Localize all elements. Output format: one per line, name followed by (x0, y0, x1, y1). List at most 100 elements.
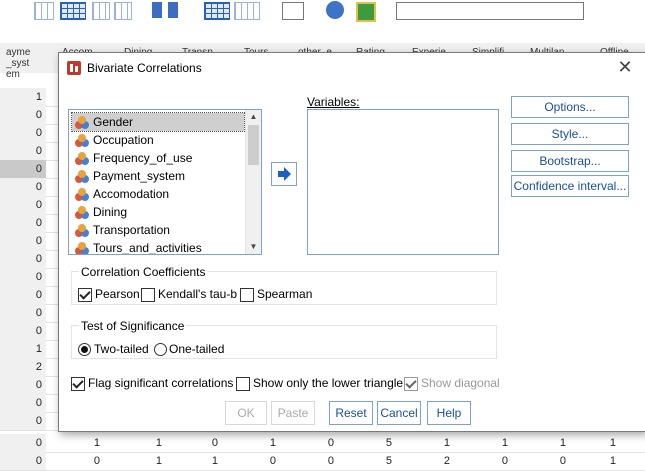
table-cell[interactable]: 1 (556, 434, 616, 452)
variable-list-item[interactable]: Occupation (72, 131, 244, 149)
dialog-title: Bivariate Correlations (87, 61, 202, 75)
nominal-variable-icon (75, 188, 89, 201)
row-first-cell[interactable]: 0 (0, 304, 46, 322)
table-cell[interactable]: 0 (274, 452, 334, 470)
style-button[interactable]: Style... (511, 123, 629, 145)
show-diagonal-checkbox[interactable] (404, 377, 418, 391)
row-first-cell[interactable]: 0 (0, 232, 46, 250)
row-first-cell[interactable]: 0 (0, 394, 46, 412)
circle-icon[interactable] (326, 1, 344, 19)
table-cell[interactable]: 1 (390, 434, 450, 452)
insert-variable-icon[interactable] (114, 2, 132, 20)
row-first-cell[interactable]: 0 (0, 160, 46, 178)
variable-list-item[interactable]: Accomodation (72, 185, 244, 203)
scroll-down-icon[interactable]: ▼ (246, 240, 261, 254)
pearson-checkbox[interactable] (78, 288, 92, 302)
row-first-cell[interactable]: 0 (0, 124, 46, 142)
value-labels-icon[interactable] (234, 2, 260, 20)
cancel-button[interactable]: Cancel (377, 401, 421, 425)
show-diagonal-label: Show diagonal (421, 376, 500, 390)
row-first-cell[interactable]: 0 (0, 376, 46, 394)
arrow-right-icon (278, 167, 291, 181)
grid-icon[interactable] (60, 2, 86, 20)
table-cell[interactable]: 0 (40, 452, 100, 470)
insert-cases-icon[interactable] (92, 2, 110, 20)
row-first-cell[interactable]: 0 (0, 412, 46, 430)
nominal-variable-icon (75, 152, 89, 165)
two-tailed-label: Two-tailed (94, 342, 149, 356)
weight-cases-icon[interactable] (168, 2, 178, 18)
table-cell[interactable]: 5 (332, 452, 392, 470)
table-cell[interactable]: 1 (102, 434, 162, 452)
close-icon[interactable]: ✕ (615, 57, 635, 78)
table-cell[interactable]: 0 (158, 434, 218, 452)
nominal-variable-icon (75, 134, 89, 147)
move-variable-button[interactable] (271, 162, 297, 186)
chart-icon[interactable] (282, 2, 304, 20)
table-cell[interactable]: 5 (332, 434, 392, 452)
lower-triangle-checkbox[interactable] (236, 377, 250, 391)
paste-button[interactable]: Paste (271, 401, 315, 425)
row-first-cell[interactable]: 0 (0, 106, 46, 124)
row-first-cell[interactable]: 1 (0, 340, 46, 358)
variable-list-item[interactable]: Tours_and_activities (72, 239, 244, 255)
table-cell[interactable]: 1 (158, 452, 218, 470)
scroll-up-icon[interactable]: ▲ (246, 110, 261, 124)
table-row[interactable]: 01101051111 (0, 434, 645, 453)
green-square-icon[interactable] (356, 2, 376, 22)
variable-name: Tours_and_activities (93, 241, 202, 255)
confidence-interval-button[interactable]: Confidence interval... (511, 175, 629, 197)
variable-list-item[interactable]: Frequency_of_use (72, 149, 244, 167)
source-variable-list[interactable]: Gender Occupation Frequency_of_use Payment_… (68, 109, 262, 255)
options-button[interactable]: Options... (511, 96, 629, 118)
variable-list-item[interactable]: Gender (71, 112, 245, 132)
flag-significant-checkbox[interactable] (71, 377, 85, 391)
row-first-cell[interactable]: 0 (0, 268, 46, 286)
variable-name: Frequency_of_use (93, 151, 193, 165)
variable-name: Transportation (93, 223, 170, 237)
variable-list-item[interactable]: Dining (72, 203, 244, 221)
row-first-cell[interactable]: 0 (0, 322, 46, 340)
row-first-cell[interactable]: 0 (0, 286, 46, 304)
list-scrollbar[interactable]: ▲ ▼ (245, 110, 261, 254)
table-cell[interactable]: 0 (448, 452, 508, 470)
row-first-cell[interactable]: 0 (0, 214, 46, 232)
row-first-cell[interactable]: 1 (0, 88, 46, 106)
table-row[interactable]: 00110052001 (0, 452, 645, 471)
row-first-cell[interactable]: 0 (0, 142, 46, 160)
dialog-titlebar[interactable]: Bivariate Correlations ✕ (59, 53, 645, 83)
table-cell[interactable]: 1 (448, 434, 508, 452)
table-cell[interactable]: 1 (40, 434, 100, 452)
reset-button[interactable]: Reset (329, 401, 373, 425)
bootstrap-button[interactable]: Bootstrap... (511, 150, 629, 172)
column-header[interactable]: ayme _syst em (6, 47, 30, 80)
target-variables-list[interactable] (307, 109, 499, 255)
pearson-label: Pearson (95, 287, 140, 301)
toolbar-search-field[interactable] (396, 2, 584, 20)
row-first-cell[interactable]: 2 (0, 358, 46, 376)
ok-button[interactable]: OK (225, 401, 267, 425)
table-cell[interactable]: 0 (274, 434, 334, 452)
row-first-cell[interactable]: 0 (0, 178, 46, 196)
two-tailed-radio[interactable] (78, 343, 91, 356)
table-cell[interactable]: 0 (216, 452, 276, 470)
one-tailed-label: One-tailed (169, 342, 225, 356)
scroll-thumb[interactable] (248, 125, 259, 165)
nominal-variable-icon (75, 206, 89, 219)
table-cell[interactable]: 1 (102, 452, 162, 470)
table-cell[interactable]: 1 (216, 434, 276, 452)
variable-list-item[interactable]: Transportation (72, 221, 244, 239)
one-tailed-radio[interactable] (154, 343, 167, 356)
kendall-checkbox[interactable] (141, 288, 155, 302)
row-first-cell[interactable]: 0 (0, 250, 46, 268)
row-first-cell[interactable]: 0 (0, 196, 46, 214)
split-file-icon[interactable] (152, 2, 162, 18)
table-cell[interactable]: 2 (390, 452, 450, 470)
table-cell[interactable]: 1 (556, 452, 616, 470)
help-button[interactable]: Help (427, 401, 471, 425)
data-view-icon[interactable] (34, 2, 54, 20)
spearman-checkbox[interactable] (240, 288, 254, 302)
flag-significant-label: Flag significant correlations (88, 376, 234, 390)
select-cases-icon[interactable] (204, 2, 230, 20)
variable-list-item[interactable]: Payment_system (72, 167, 244, 185)
